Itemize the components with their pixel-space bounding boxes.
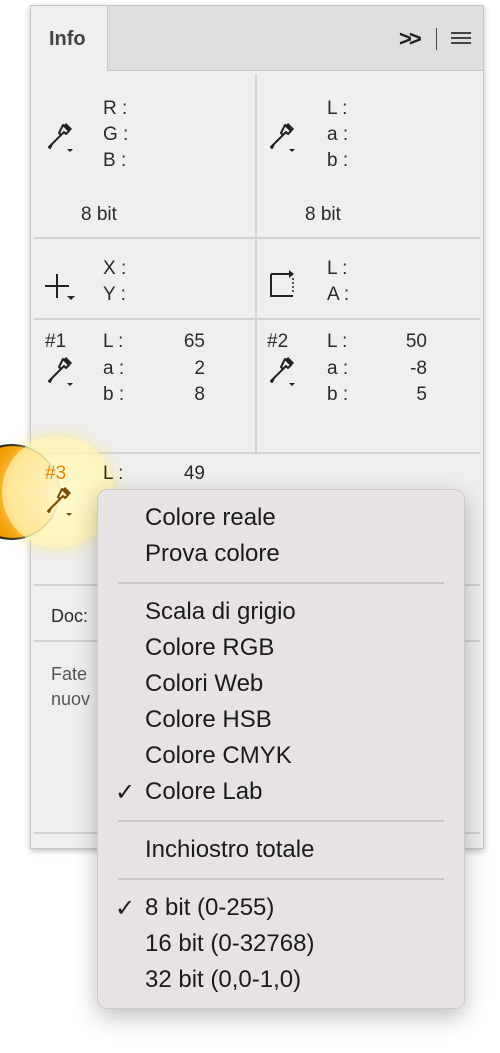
sampler2-label-b: b : (327, 384, 349, 405)
sampler3-id: #3 (45, 463, 67, 484)
sampler2-label-l: L : (327, 331, 348, 352)
size-label-a: A : (327, 284, 350, 305)
menu-item-colore-hsb[interactable]: Colore HSB (145, 706, 272, 734)
sampler2-label-a: a : (327, 358, 349, 379)
readout2-label-l: L : (327, 98, 348, 119)
tab-info[interactable]: Info (31, 6, 108, 71)
sampler-context-menu: Colore reale Prova colore Scala di grigi… (97, 489, 465, 1009)
checkmark-icon: ✓ (115, 895, 136, 922)
menu-item-colore-reale[interactable]: Colore reale (145, 504, 276, 532)
panel-menu-icon[interactable] (451, 32, 471, 47)
document-size-label: Doc: (51, 606, 89, 626)
panel-tab-bar: Info >> (31, 6, 483, 71)
crosshair-icon[interactable] (43, 272, 77, 302)
sampler1-value-b: 8 (194, 384, 205, 405)
menu-separator (118, 582, 444, 584)
menu-item-colore-lab[interactable]: Colore Lab (145, 778, 262, 806)
color-sampler-icon[interactable] (45, 356, 75, 388)
row-divider (34, 452, 480, 454)
column-divider (255, 74, 257, 454)
sampler1-label-b: b : (103, 384, 125, 405)
readout1-label-g: G : (103, 124, 129, 145)
sampler1-value-l: 65 (183, 331, 205, 352)
menu-item-16-bit[interactable]: 16 bit (0-32768) (145, 930, 314, 958)
toolbar-divider (436, 28, 437, 50)
sampler2-value-l: 50 (405, 331, 427, 352)
checkmark-icon: ✓ (115, 779, 136, 806)
size-label-l: L : (327, 258, 348, 279)
menu-separator (118, 878, 444, 880)
sampler1-id: #1 (45, 331, 67, 352)
color-sampler-icon[interactable] (44, 486, 74, 518)
position-label-y: Y : (103, 284, 126, 305)
tab-info-label: Info (49, 28, 86, 50)
menu-item-colore-rgb[interactable]: Colore RGB (145, 634, 274, 662)
selection-size-icon (270, 270, 294, 297)
readout1-label-r: R : (103, 98, 128, 119)
collapse-panel-icon[interactable]: >> (399, 26, 422, 52)
row-divider (34, 318, 480, 320)
readout2-bit-depth: 8 bit (305, 204, 341, 225)
menu-item-colore-cmyk[interactable]: Colore CMYK (145, 742, 292, 770)
sampler3-value-l: 49 (183, 463, 205, 484)
readout1-bit-depth: 8 bit (81, 204, 117, 225)
sampler1-value-a: 2 (194, 358, 205, 379)
sampler3-label-l: L : (103, 463, 124, 484)
position-label-x: X : (103, 258, 127, 279)
menu-separator (118, 820, 444, 822)
menu-item-inchiostro-totale[interactable]: Inchiostro totale (145, 836, 314, 864)
sampler2-value-b: 5 (416, 384, 427, 405)
color-sampler-icon[interactable] (267, 356, 297, 388)
sampler1-label-a: a : (103, 358, 125, 379)
readout2-label-b: b : (327, 150, 349, 171)
eyedropper-icon[interactable] (45, 122, 75, 154)
menu-item-colori-web[interactable]: Colori Web (145, 670, 263, 698)
readout1-label-b: B : (103, 150, 127, 171)
menu-item-scala-di-grigio[interactable]: Scala di grigio (145, 598, 296, 626)
menu-item-32-bit[interactable]: 32 bit (0,0-1,0) (145, 966, 301, 994)
row-divider (34, 237, 480, 239)
readout2-label-a: a : (327, 124, 349, 145)
menu-item-8-bit[interactable]: 8 bit (0-255) (145, 894, 274, 922)
eyedropper-icon[interactable] (267, 122, 297, 154)
sampler2-id: #2 (267, 331, 289, 352)
menu-item-prova-colore[interactable]: Prova colore (145, 540, 280, 568)
sampler1-label-l: L : (103, 331, 124, 352)
sampler2-value-a: -8 (410, 358, 427, 379)
